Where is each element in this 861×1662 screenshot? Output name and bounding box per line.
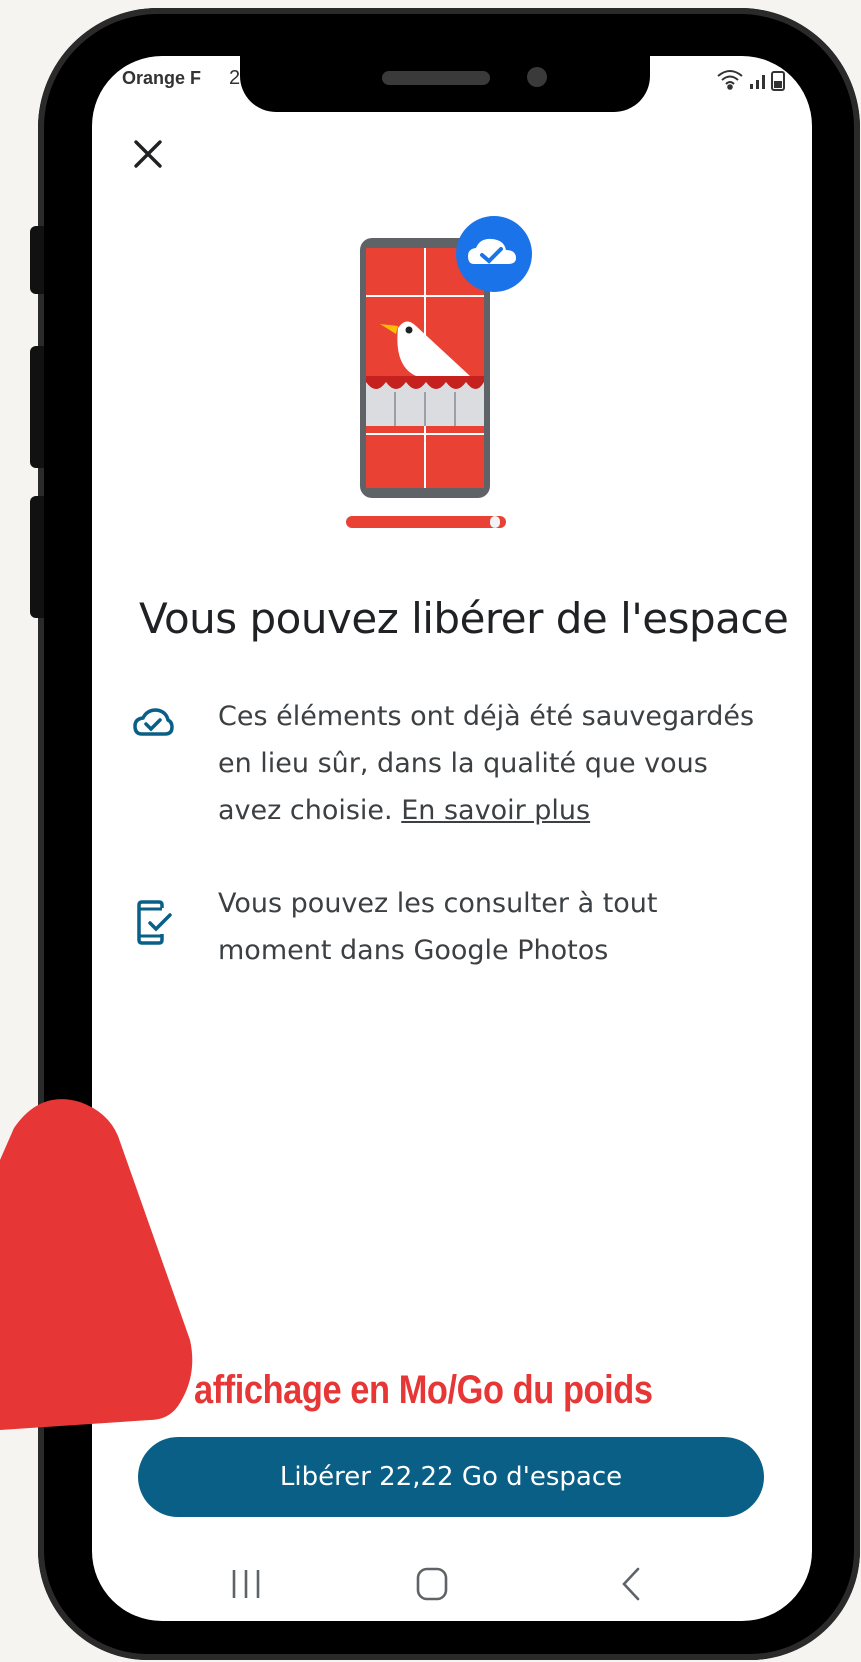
phone-side-button xyxy=(30,496,44,618)
close-icon xyxy=(134,140,162,168)
cloud-check-icon xyxy=(132,706,174,745)
status-icons xyxy=(714,66,794,97)
annotation-label: affichage en Mo/Go du poids xyxy=(194,1368,653,1412)
signal-icon xyxy=(750,75,765,89)
battery-icon xyxy=(771,71,785,91)
wifi-icon xyxy=(717,70,743,90)
nav-back-button[interactable] xyxy=(612,1566,652,1607)
nav-home-button[interactable] xyxy=(412,1566,452,1607)
annotation-arrow xyxy=(0,1099,193,1430)
phone-side-button xyxy=(30,346,44,468)
nav-recents-button[interactable] xyxy=(226,1566,266,1607)
phone-side-button xyxy=(30,226,44,294)
dialog-title: Vous pouvez libérer de l'espace xyxy=(139,594,789,643)
back-icon xyxy=(622,1567,640,1601)
recents-icon xyxy=(232,1570,260,1598)
notch xyxy=(240,56,650,112)
home-icon xyxy=(416,1567,448,1601)
learn-more-link[interactable]: En savoir plus xyxy=(401,795,590,826)
free-space-button[interactable]: Libérer 22,22 Go d'espace xyxy=(138,1437,764,1517)
status-time: 2 xyxy=(229,67,241,89)
status-carrier: Orange F xyxy=(122,68,202,88)
front-camera xyxy=(527,67,547,87)
info-item-backup: Ces éléments ont déjà été sauvegardés en… xyxy=(218,693,778,834)
phone-check-icon xyxy=(136,900,174,951)
info-item-access: Vous pouvez les consulter à tout moment … xyxy=(218,888,658,966)
speaker xyxy=(382,71,490,85)
close-button[interactable] xyxy=(128,134,168,174)
phone-illustration xyxy=(336,216,546,546)
